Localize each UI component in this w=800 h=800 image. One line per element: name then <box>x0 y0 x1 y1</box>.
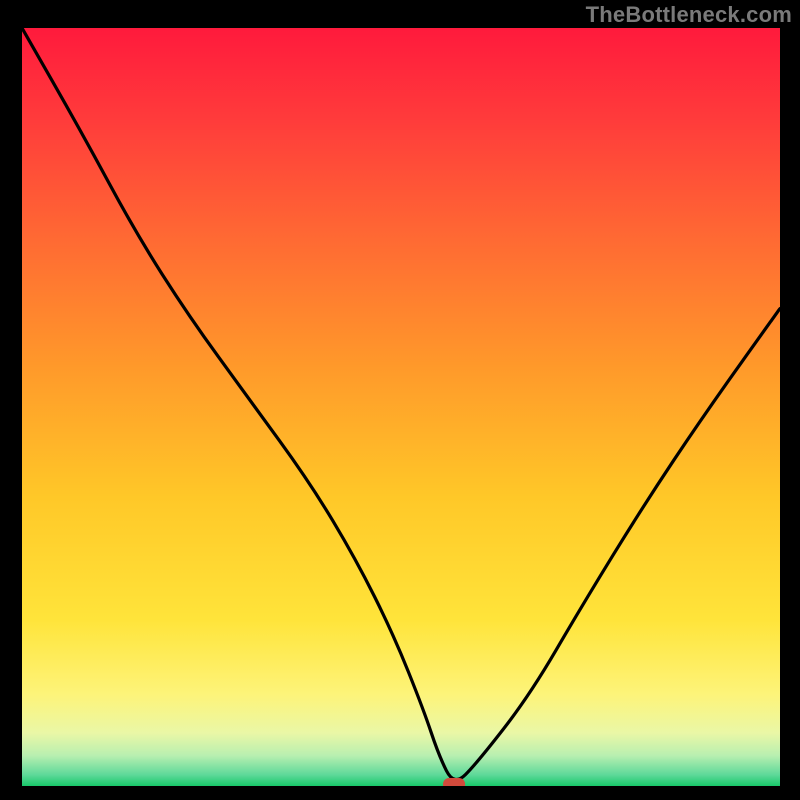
gradient-background <box>22 28 780 786</box>
chart-container: TheBottleneck.com <box>0 0 800 800</box>
chart-canvas <box>22 28 780 786</box>
minimum-marker <box>443 778 465 786</box>
attribution-label: TheBottleneck.com <box>586 2 792 28</box>
